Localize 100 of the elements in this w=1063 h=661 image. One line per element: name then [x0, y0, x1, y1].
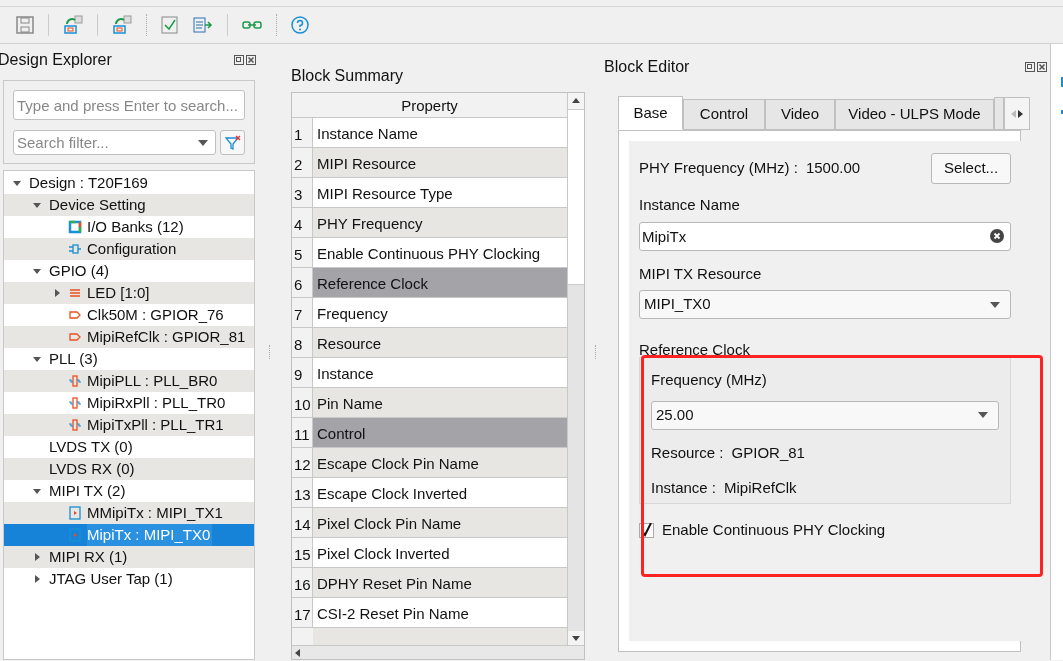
row-number: 12: [292, 448, 313, 477]
row-number: 11: [292, 418, 313, 447]
table-cell[interactable]: MIPI Resource: [313, 148, 567, 177]
row-number: 5: [292, 238, 313, 267]
link-icon[interactable]: [242, 18, 262, 32]
dropdown-arrow-icon[interactable]: [198, 140, 208, 146]
row-number: 4: [292, 208, 313, 237]
collapse-arrow-icon[interactable]: [32, 266, 42, 276]
row-number: 3: [292, 178, 313, 207]
tree-item[interactable]: LVDS RX (0): [4, 458, 254, 480]
export-icon[interactable]: [112, 15, 132, 35]
edge-mark: [1061, 77, 1063, 87]
table-cell[interactable]: Escape Clock Pin Name: [313, 448, 567, 477]
row-number: 1: [292, 118, 313, 147]
row-number: 8: [292, 328, 313, 357]
panel-title: Design Explorer: [0, 50, 112, 70]
tree-item[interactable]: Device Setting: [4, 194, 254, 216]
tree-item[interactable]: Configuration: [4, 238, 254, 260]
tab[interactable]: Video: [765, 99, 835, 130]
close-icon[interactable]: [246, 55, 256, 65]
expand-arrow-icon[interactable]: [32, 574, 42, 584]
dropdown-arrow-icon[interactable]: [978, 412, 988, 418]
tree-item[interactable]: MipiRefClk : GPIOR_81: [4, 326, 254, 348]
field-label: Instance Name: [639, 195, 741, 215]
filter-button[interactable]: [220, 130, 245, 155]
tab[interactable]: Control: [683, 99, 765, 130]
tab-scroll-buttons[interactable]: [1004, 97, 1030, 130]
float-icon[interactable]: [234, 55, 244, 65]
field-label: Frequency (MHz): [651, 370, 768, 390]
instance-name-field[interactable]: MipiTx: [639, 221, 1011, 251]
help-icon[interactable]: [291, 16, 309, 34]
row-number: 7: [292, 298, 313, 327]
tree-item[interactable]: MIPI RX (1): [4, 546, 254, 568]
export-list-icon[interactable]: [193, 16, 213, 34]
search-field[interactable]: Type and press Enter to search...: [13, 90, 245, 120]
field-label: Instance :: [651, 478, 717, 498]
save-icon[interactable]: [16, 16, 34, 34]
row-number: 10: [292, 388, 313, 417]
tree-item[interactable]: MipiTxPll : PLL_TR1: [4, 414, 254, 436]
scroll-up-icon[interactable]: [568, 93, 584, 109]
row-number: 15: [292, 538, 313, 567]
tree-item[interactable]: LED [1:0]: [4, 282, 254, 304]
expand-arrow-icon[interactable]: [52, 288, 62, 298]
table-cell[interactable]: DPHY Reset Pin Name: [313, 568, 567, 597]
row-number: 9: [292, 358, 313, 387]
frequency-dropdown[interactable]: 25.00: [651, 400, 999, 430]
filter-field[interactable]: Search filter...: [13, 130, 216, 155]
tab[interactable]: Base: [618, 96, 683, 130]
scroll-right-icon[interactable]: [1018, 109, 1023, 118]
collapse-arrow-icon[interactable]: [32, 354, 42, 364]
table-cell[interactable]: Escape Clock Inverted: [313, 478, 567, 507]
table-cell[interactable]: CSI-2 Reset Pin Name: [313, 598, 567, 627]
film-icon: [68, 506, 82, 520]
table-cell[interactable]: PHY Frequency: [313, 208, 567, 237]
table-cell[interactable]: Instance: [313, 358, 567, 387]
table-cell[interactable]: Pixel Clock Inverted: [313, 538, 567, 567]
pll-icon: [68, 374, 82, 388]
row-number: 16: [292, 568, 313, 597]
float-icon[interactable]: [1025, 62, 1035, 72]
field-value: GPIOR_81: [731, 442, 805, 463]
io-bank-icon: [68, 220, 82, 234]
group-title: Reference Clock: [639, 340, 751, 354]
close-icon[interactable]: [1037, 62, 1047, 72]
column-header[interactable]: Property: [292, 93, 567, 118]
collapse-arrow-icon[interactable]: [12, 178, 22, 188]
tree-item[interactable]: MipiPLL : PLL_BR0: [4, 370, 254, 392]
resource-dropdown[interactable]: MIPI_TX0: [639, 290, 1011, 319]
row-number: 13: [292, 478, 313, 507]
collapse-arrow-icon[interactable]: [32, 486, 42, 496]
row-number: 14: [292, 508, 313, 537]
tab[interactable]: Video - ULPS Mode: [835, 99, 994, 130]
scroll-down-icon[interactable]: [568, 631, 584, 645]
table-cell[interactable]: Frequency: [313, 298, 567, 327]
row-number: 2: [292, 148, 313, 177]
table-cell[interactable]: Enable Continuous PHY Clocking: [313, 238, 567, 267]
section-cell[interactable]: Control: [313, 418, 567, 447]
row-number: 6: [292, 268, 313, 297]
clear-icon[interactable]: [990, 228, 1004, 243]
table-cell[interactable]: Pin Name: [313, 388, 567, 417]
table-cell[interactable]: MIPI Resource Type: [313, 178, 567, 207]
table-cell[interactable]: Instance Name: [313, 118, 567, 147]
panel-title: Block Editor: [604, 57, 690, 77]
tree-item[interactable]: MMipiTx : MIPI_TX1: [4, 502, 254, 524]
import-icon[interactable]: [63, 15, 83, 35]
collapse-arrow-icon[interactable]: [32, 200, 42, 210]
select-button[interactable]: Select...: [931, 152, 1011, 184]
scrollbar-thumb[interactable]: [568, 109, 584, 285]
table-cell[interactable]: Pixel Clock Pin Name: [313, 508, 567, 537]
check-icon[interactable]: [161, 16, 179, 34]
vertical-scrollbar[interactable]: [567, 93, 584, 645]
field-value: 1500.00: [805, 157, 861, 178]
pin-icon: [68, 330, 82, 344]
horizontal-scrollbar[interactable]: [292, 645, 584, 659]
dropdown-arrow-icon[interactable]: [990, 301, 1000, 308]
section-cell[interactable]: Reference Clock: [313, 268, 567, 297]
funnel-icon: [224, 134, 241, 151]
checkbox-label: Enable Continuous PHY Clocking: [662, 520, 886, 540]
field-value: MipiRefClk: [724, 478, 797, 498]
expand-arrow-icon[interactable]: [32, 552, 42, 562]
table-cell[interactable]: Resource: [313, 328, 567, 357]
